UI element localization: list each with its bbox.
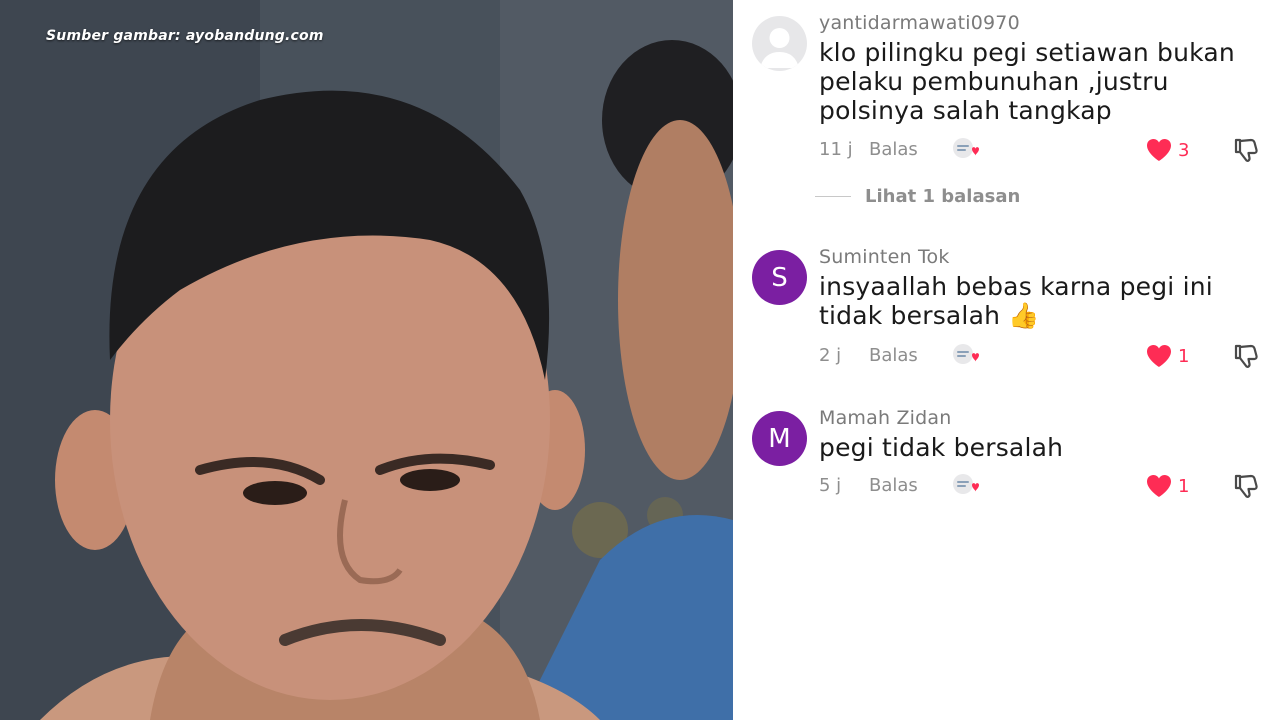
- reply-button[interactable]: Balas: [869, 345, 918, 366]
- comment-actions: 2 j Balas 1: [819, 342, 1269, 372]
- gift-icon[interactable]: [952, 342, 980, 368]
- user-silhouette-icon: [760, 28, 799, 68]
- avatar-letter: S: [771, 262, 788, 293]
- like-button[interactable]: 1: [1146, 473, 1189, 499]
- comment-time: 5 j: [819, 475, 842, 496]
- avatar[interactable]: M: [752, 411, 807, 466]
- heart-icon: [1147, 475, 1171, 497]
- comment-text: klo pilingku pegi setiawan bukan pelaku …: [819, 38, 1235, 125]
- comment-text: pegi tidak bersalah: [819, 433, 1064, 462]
- default-avatar[interactable]: [752, 16, 807, 71]
- like-button[interactable]: 3: [1146, 137, 1189, 163]
- like-count: 1: [1178, 345, 1190, 367]
- comment-list: yantidarmawati0970 klo pilingku pegi set…: [733, 0, 1280, 720]
- reply-button[interactable]: Balas: [869, 139, 918, 160]
- comment-username[interactable]: Suminten Tok: [819, 246, 950, 268]
- reply-button[interactable]: Balas: [869, 475, 918, 496]
- like-button[interactable]: 1: [1146, 343, 1189, 369]
- gift-icon[interactable]: [952, 472, 980, 498]
- gift-icon[interactable]: [952, 136, 980, 162]
- view-replies-label: Lihat 1 balasan: [865, 185, 1021, 207]
- comment-text: insyaallah bebas karna pegi ini tidak be…: [819, 272, 1213, 330]
- view-replies-button[interactable]: Lihat 1 balasan: [815, 184, 1020, 208]
- like-count: 3: [1178, 139, 1190, 161]
- heart-icon: [1147, 345, 1171, 367]
- thumbs-down-icon[interactable]: [1232, 472, 1260, 500]
- avatar-letter: M: [768, 423, 791, 454]
- comment-username[interactable]: Mamah Zidan: [819, 407, 952, 429]
- comment-actions: 5 j Balas 1: [819, 472, 1269, 502]
- like-count: 1: [1178, 475, 1190, 497]
- news-photo: Sumber gambar: ayobandung.com: [0, 0, 733, 720]
- heart-icon: [1147, 139, 1171, 161]
- avatar[interactable]: S: [752, 250, 807, 305]
- image-source-caption: Sumber gambar: ayobandung.com: [46, 28, 324, 44]
- comment-time: 11 j: [819, 139, 853, 160]
- reply-divider-line: [815, 195, 851, 197]
- comment-time: 2 j: [819, 345, 842, 366]
- comment-actions: 11 j Balas 3: [819, 136, 1269, 166]
- comment-username[interactable]: yantidarmawati0970: [819, 12, 1020, 34]
- man-portrait-illustration: [0, 0, 733, 720]
- thumbs-down-icon[interactable]: [1232, 342, 1260, 370]
- thumbs-down-icon[interactable]: [1232, 136, 1260, 164]
